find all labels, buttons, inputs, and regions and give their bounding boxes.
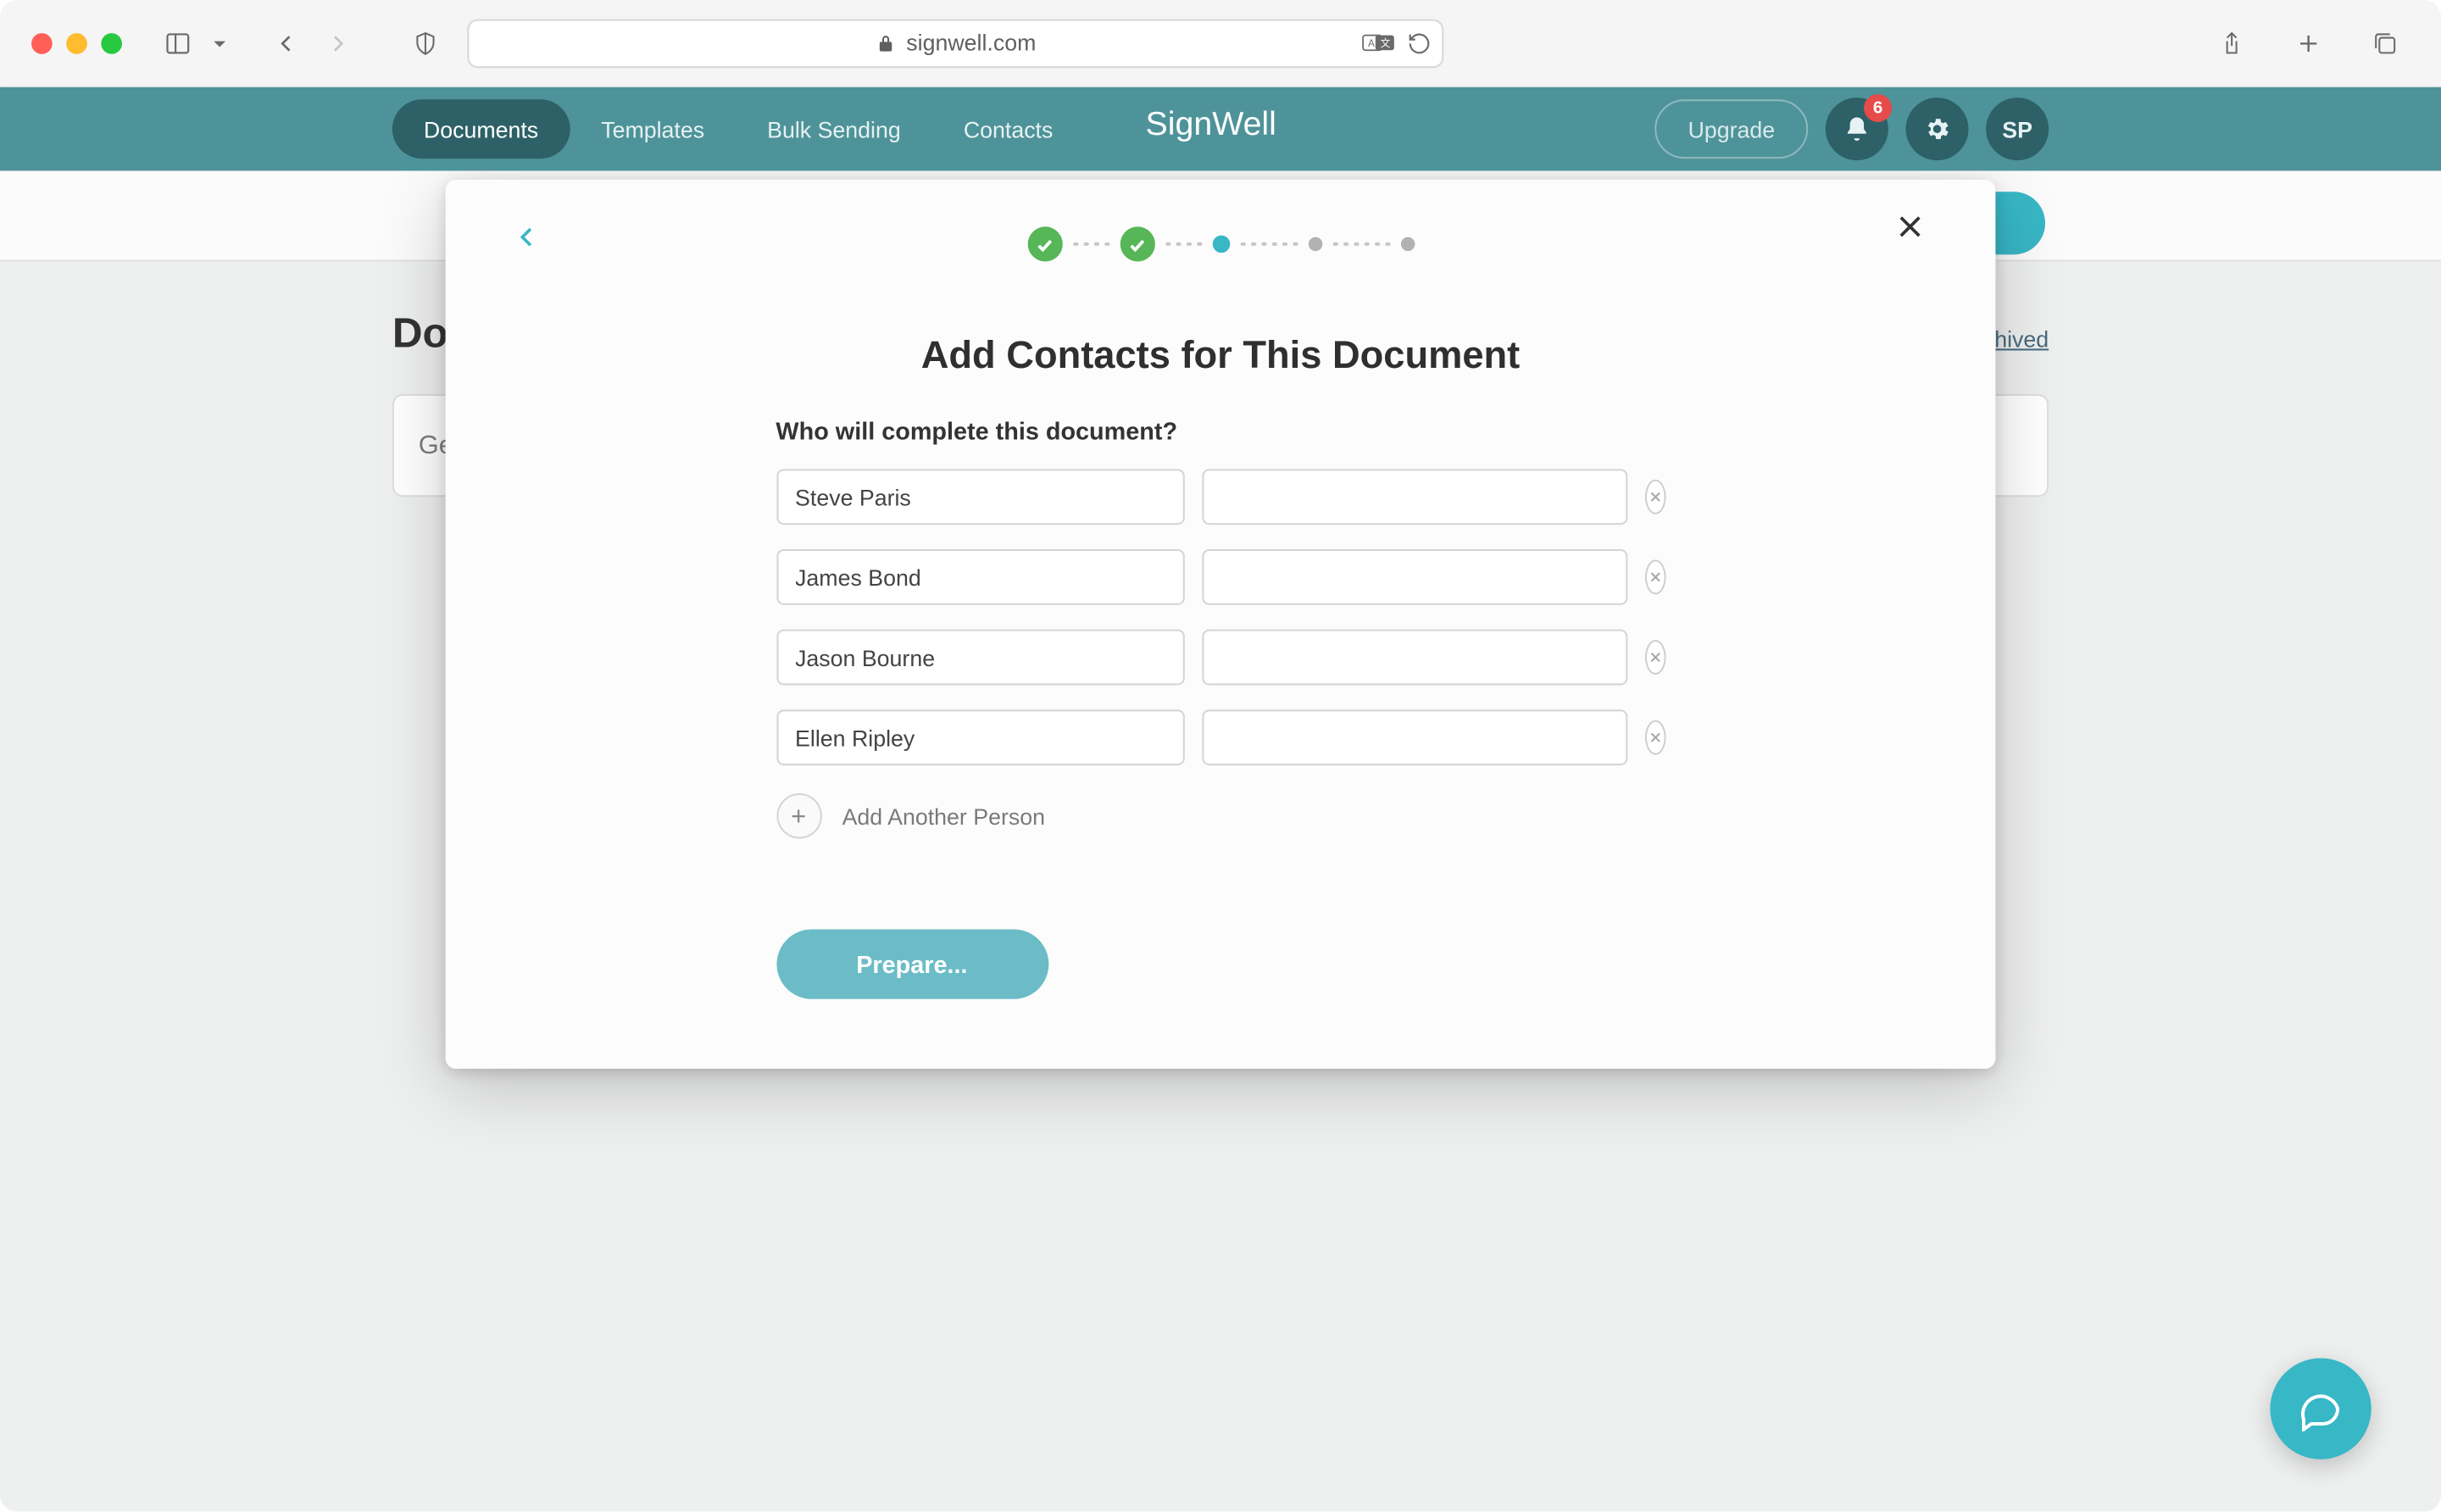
window-traffic-lights [31, 32, 122, 53]
remove-contact-button[interactable] [1644, 480, 1665, 514]
upgrade-label: Upgrade [1688, 116, 1776, 142]
privacy-shield-icon[interactable] [401, 19, 450, 68]
contact-name-input[interactable] [776, 549, 1183, 605]
upgrade-button[interactable]: Upgrade [1654, 99, 1808, 158]
avatar-button[interactable]: SP [1986, 97, 2049, 160]
settings-button[interactable] [1905, 97, 1968, 160]
modal-title: Add Contacts for This Document [515, 333, 1926, 378]
svg-text:SignWell: SignWell [1146, 104, 1276, 142]
contact-name-input[interactable] [776, 469, 1183, 525]
page-body: Doc hived Ge [0, 171, 2441, 1512]
remove-contact-button[interactable] [1644, 720, 1665, 755]
nav-tab-templates[interactable]: Templates [570, 99, 736, 158]
x-icon [1648, 570, 1661, 584]
tab-group-dropdown[interactable] [206, 19, 234, 68]
contact-email-input[interactable] [1201, 630, 1626, 686]
add-another-person-button[interactable]: + Add Another Person [776, 793, 1665, 838]
nav-tab-label: Templates [601, 116, 704, 142]
contact-name-input[interactable] [776, 709, 1183, 765]
badge-count: 6 [1873, 98, 1882, 118]
translate-icon[interactable]: A文 [1362, 31, 1397, 54]
svg-text:文: 文 [1381, 37, 1391, 49]
step-2-done [1120, 226, 1154, 261]
step-5-future [1400, 237, 1414, 251]
add-contacts-modal: Add Contacts for This Document Who will … [446, 180, 1996, 1069]
nav-tab-bulk-sending[interactable]: Bulk Sending [736, 99, 932, 158]
nav-tab-label: Bulk Sending [767, 116, 901, 142]
remove-contact-button[interactable] [1644, 640, 1665, 675]
modal-subtitle: Who will complete this document? [776, 417, 1665, 445]
step-1-done [1027, 226, 1062, 261]
url-bar[interactable]: signwell.com A文 [467, 19, 1443, 68]
new-tab-button[interactable] [2284, 19, 2333, 68]
nav-forward-button[interactable] [314, 19, 363, 68]
x-icon [1648, 650, 1661, 664]
contact-email-input[interactable] [1201, 469, 1626, 525]
prepare-label: Prepare... [856, 950, 967, 978]
notification-badge: 6 [1864, 94, 1892, 122]
add-person-label: Add Another Person [842, 803, 1045, 829]
window-fullscreen-button[interactable] [101, 32, 122, 53]
lock-icon [875, 32, 896, 53]
show-tabs-button[interactable] [2360, 19, 2410, 68]
step-4-future [1308, 237, 1321, 251]
nav-tab-label: Contacts [964, 116, 1054, 142]
modal-back-button[interactable] [515, 218, 540, 265]
url-host-text: signwell.com [906, 30, 1036, 56]
bell-icon [1843, 115, 1871, 143]
gear-icon [1923, 115, 1951, 143]
plus-icon: + [776, 793, 820, 838]
sidebar-toggle-button[interactable] [153, 19, 203, 68]
step-3-current [1212, 236, 1230, 253]
brand-logo[interactable]: SignWell [1146, 98, 1296, 159]
window-minimize-button[interactable] [66, 32, 87, 53]
nav-back-button[interactable] [262, 19, 311, 68]
contact-row [776, 469, 1665, 525]
x-icon [1648, 731, 1661, 744]
share-button[interactable] [2207, 19, 2256, 68]
contact-email-input[interactable] [1201, 709, 1626, 765]
contact-name-input[interactable] [776, 630, 1183, 686]
nav-tab-documents[interactable]: Documents [392, 99, 570, 158]
help-chat-button[interactable] [2270, 1359, 2371, 1459]
nav-tab-contacts[interactable]: Contacts [932, 99, 1085, 158]
remove-contact-button[interactable] [1644, 559, 1665, 594]
svg-text:A: A [1368, 38, 1375, 49]
notifications-button[interactable]: 6 [1826, 97, 1888, 160]
contact-row [776, 549, 1665, 605]
chat-icon [2298, 1386, 2343, 1431]
reload-icon[interactable] [1407, 31, 1432, 55]
contact-row [776, 630, 1665, 686]
nav-tabs: Documents Templates Bulk Sending Contact… [392, 99, 1085, 158]
progress-stepper [1027, 226, 1415, 261]
contact-row [776, 709, 1665, 765]
contact-email-input[interactable] [1201, 549, 1626, 605]
x-icon [1648, 490, 1661, 503]
prepare-button[interactable]: Prepare... [776, 929, 1048, 998]
avatar-initials: SP [2002, 116, 2032, 142]
window-close-button[interactable] [31, 32, 53, 53]
close-icon [1894, 211, 1926, 242]
modal-close-button[interactable] [1894, 208, 1926, 253]
browser-toolbar: signwell.com A文 [0, 0, 2441, 87]
archived-link[interactable]: hived [1994, 326, 2049, 353]
nav-tab-label: Documents [424, 116, 538, 142]
app-header: Documents Templates Bulk Sending Contact… [0, 87, 2441, 171]
